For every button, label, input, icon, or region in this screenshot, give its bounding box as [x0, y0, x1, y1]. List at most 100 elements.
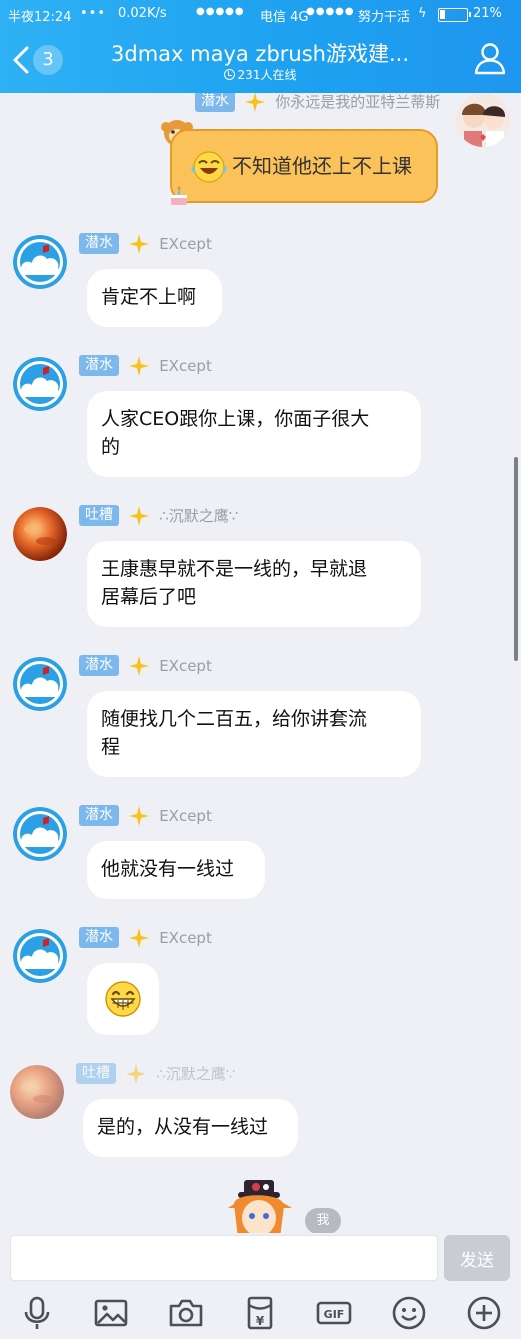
carrier-label-2: 努力干活: [358, 10, 411, 25]
message-text-line: 居幕后了吧: [101, 586, 197, 608]
message-text-line: 随便找几个二百五，给你讲套流: [101, 708, 368, 730]
message-meta: 潜水 EXcept: [79, 805, 212, 827]
status-time: 半夜12:24: [8, 10, 72, 25]
message-bubble[interactable]: 他就没有一线过: [87, 841, 265, 899]
message-meta: 潜水 EXcept: [79, 655, 212, 677]
chat-header: 半夜12:24 ••• 0.02K/s ●●●●● 电信 4G ●●●●● 努力…: [0, 0, 521, 93]
message-meta: 潜水 EXcept: [79, 355, 212, 377]
role-badge: 潜水: [195, 93, 235, 112]
sender-nickname: EXcept: [159, 234, 212, 253]
message-text-line: 人家CEO跟你上课，你面子很大: [101, 408, 370, 430]
online-count: 231人在线: [80, 66, 440, 83]
carrier-label: 电信 4G: [260, 10, 309, 25]
send-button[interactable]: 发送: [444, 1235, 510, 1281]
message-text-line: 程: [101, 736, 121, 758]
star-badge-icon: [126, 1063, 147, 1084]
message-text: 肯定不上啊: [101, 286, 197, 308]
battery-percent: 21%: [473, 6, 502, 21]
cloud-avatar[interactable]: [13, 929, 67, 983]
message-bubble[interactable]: [87, 963, 159, 1035]
message-bubble[interactable]: 王康惠早就不是一线的，早就退 居幕后了吧: [87, 541, 421, 627]
cloud-avatar[interactable]: [13, 357, 67, 411]
self-avatar[interactable]: [220, 1178, 300, 1233]
cloud-avatar[interactable]: [13, 235, 67, 289]
emoji-button[interactable]: [391, 1295, 427, 1331]
message-text: 是的，从没有一线过: [97, 1116, 269, 1138]
message-text: 不知道他还上不上课: [232, 154, 412, 178]
message-bubble[interactable]: 是的，从没有一线过: [83, 1099, 298, 1157]
back-chevron-icon: [13, 46, 29, 74]
message-text-line: 的: [101, 436, 121, 458]
scrollbar[interactable]: [514, 457, 518, 661]
message-meta: 潜水 EXcept: [79, 233, 212, 255]
voice-button[interactable]: [19, 1295, 55, 1331]
message-text: 他就没有一线过: [101, 858, 235, 880]
cloud-avatar[interactable]: [13, 807, 67, 861]
image-button[interactable]: [93, 1295, 129, 1331]
status-dots: •••: [80, 6, 107, 21]
star-badge-icon: [245, 93, 266, 112]
image-icon: [94, 1299, 128, 1327]
gif-label: GIF: [324, 1308, 345, 1321]
message-bubble[interactable]: 肯定不上啊: [87, 269, 222, 327]
more-button[interactable]: [466, 1295, 502, 1331]
role-badge: 潜水: [79, 655, 119, 676]
online-count-label: 231人在线: [237, 68, 297, 82]
grin-emoji-icon: [105, 981, 141, 1017]
signal-strength-icon: ●●●●●: [196, 6, 245, 17]
role-badge: 潜水: [79, 233, 119, 254]
self-tag: 我: [305, 1208, 341, 1233]
plus-icon: [467, 1296, 501, 1330]
role-badge: 吐槽: [79, 505, 119, 526]
back-button[interactable]: 3: [8, 40, 68, 80]
message-meta: 吐槽 ∴沉默之鹰∵: [79, 505, 238, 527]
role-badge: 潜水: [79, 805, 119, 826]
star-badge-icon: [129, 355, 150, 376]
star-badge-icon: [129, 927, 150, 948]
battery-icon: [438, 8, 471, 22]
role-badge: 潜水: [79, 927, 119, 948]
star-badge-icon: [129, 505, 150, 526]
message-bubble[interactable]: 随便找几个二百五，给你讲套流 程: [87, 691, 421, 777]
sender-nickname: ∴沉默之鹰∵: [156, 1065, 236, 1083]
sender-nickname: EXcept: [159, 928, 212, 947]
message-meta: 吐槽 ∴沉默之鹰∵: [76, 1063, 235, 1085]
group-members-icon[interactable]: [472, 40, 508, 76]
couple-avatar[interactable]: [456, 93, 510, 147]
gif-button[interactable]: GIF: [316, 1295, 352, 1331]
message-list[interactable]: 潜水 你永远是我的亚特兰蒂斯 不知道他还上不上课 潜水 EXcept 肯定不上啊…: [0, 93, 521, 1233]
sender-nickname: 你永远是我的亚特兰蒂斯: [275, 93, 441, 111]
role-badge: 潜水: [79, 355, 119, 376]
group-title[interactable]: 3dmax maya zbrush游戏建...: [80, 38, 440, 68]
microphone-icon: [24, 1296, 50, 1329]
message-text-line: 王康惠早就不是一线的，早就退: [101, 558, 368, 580]
star-badge-icon: [129, 655, 150, 676]
signal-strength-icon-2: ●●●●●: [306, 6, 355, 17]
red-packet-icon: ¥: [247, 1296, 273, 1330]
gif-icon: GIF: [316, 1301, 352, 1325]
planet-avatar[interactable]: [13, 507, 67, 561]
sender-nickname: ∴沉默之鹰∵: [159, 507, 239, 525]
message-meta: 潜水 你永远是我的亚特兰蒂斯: [195, 93, 440, 112]
red-packet-button[interactable]: ¥: [242, 1295, 278, 1331]
battery-level-fill: [440, 10, 445, 19]
message-input[interactable]: [10, 1235, 438, 1281]
cake-decoration-icon: [171, 186, 187, 205]
message-meta: 潜水 EXcept: [79, 927, 212, 949]
camera-button[interactable]: [168, 1295, 204, 1331]
sender-nickname: EXcept: [159, 356, 212, 375]
emoji-icon: [392, 1296, 426, 1330]
planet-avatar[interactable]: [10, 1065, 64, 1119]
charging-icon: ϟ: [418, 6, 427, 21]
clock-icon: [223, 69, 235, 80]
message-bubble[interactable]: 人家CEO跟你上课，你面子很大 的: [87, 391, 421, 477]
star-badge-icon: [129, 233, 150, 254]
star-badge-icon: [129, 805, 150, 826]
input-area: 发送 ¥ GIF: [0, 1233, 521, 1339]
sender-nickname: EXcept: [159, 806, 212, 825]
red-packet-symbol: ¥: [256, 1314, 265, 1328]
sender-nickname: EXcept: [159, 656, 212, 675]
cloud-avatar[interactable]: [13, 657, 67, 711]
unread-count-badge: 3: [33, 45, 63, 75]
laugh-emoji-icon: [191, 151, 227, 183]
